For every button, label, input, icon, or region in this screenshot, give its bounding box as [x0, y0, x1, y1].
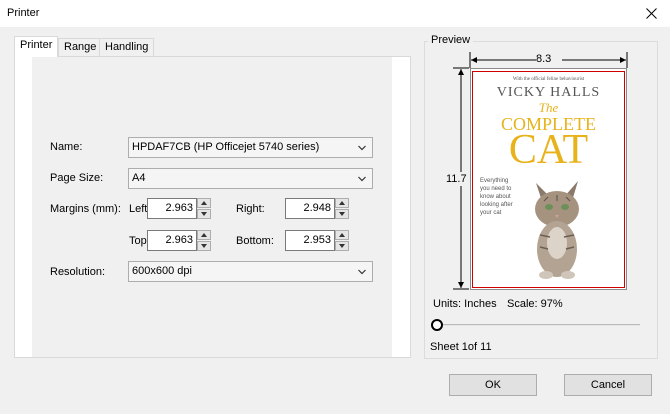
arrow-down-icon	[201, 212, 207, 216]
tab-range[interactable]: Range	[58, 38, 103, 56]
chevron-down-icon	[358, 145, 366, 151]
resolution-select[interactable]: 600x600 dpi	[128, 261, 373, 282]
width-value: 8.3	[536, 53, 552, 65]
arrow-up-icon	[339, 233, 345, 237]
margins-label: Margins (mm):	[50, 203, 121, 215]
bottom-margin-down-button[interactable]	[335, 241, 349, 251]
right-margin-spinner[interactable]: 2.948	[285, 198, 349, 219]
right-margin-label: Right:	[236, 203, 265, 215]
units-text: Units: Inches	[433, 298, 497, 310]
height-value: 11.7	[446, 173, 467, 185]
tab-handling[interactable]: Handling	[99, 38, 155, 56]
left-margin-input[interactable]: 2.963	[147, 198, 197, 219]
ok-button-label: OK	[485, 379, 501, 391]
left-margin-down-button[interactable]	[197, 209, 211, 219]
tab-printer[interactable]: Printer	[14, 36, 59, 57]
top-margin-input[interactable]: 2.963	[147, 230, 197, 251]
close-button[interactable]	[642, 4, 660, 22]
arrow-up-icon	[339, 201, 345, 205]
right-margin-down-button[interactable]	[335, 209, 349, 219]
page-size-value: A4	[132, 172, 146, 184]
sheet-slider-track[interactable]	[437, 324, 640, 326]
sheet-text: Sheet 1of 11	[430, 341, 492, 353]
close-icon	[645, 7, 657, 19]
chevron-down-icon	[358, 269, 366, 275]
title-bar: Printer	[0, 0, 670, 27]
arrow-down-icon	[339, 212, 345, 216]
bottom-margin-spinner[interactable]: 2.953	[285, 230, 349, 251]
arrow-up-icon	[201, 233, 207, 237]
tab-handling-label: Handling	[105, 41, 149, 53]
bottom-margin-label: Bottom:	[236, 235, 274, 247]
resolution-label: Resolution:	[50, 266, 106, 278]
printable-area-outline	[472, 71, 625, 288]
resolution-value: 600x600 dpi	[132, 265, 192, 277]
sheet-slider-thumb[interactable]	[431, 319, 443, 331]
ok-button[interactable]: OK	[449, 374, 537, 396]
cancel-button[interactable]: Cancel	[564, 374, 652, 396]
bottom-margin-up-button[interactable]	[335, 230, 349, 240]
chevron-down-icon	[358, 176, 366, 182]
top-margin-down-button[interactable]	[197, 241, 211, 251]
scale-text: Scale: 97%	[507, 298, 563, 310]
arrow-down-icon	[201, 244, 207, 248]
printer-name-value: HPDAF7CB (HP Officejet 5740 series)	[132, 141, 320, 153]
name-label: Name:	[50, 141, 83, 153]
right-margin-up-button[interactable]	[335, 198, 349, 208]
top-margin-spinner[interactable]: 2.963	[147, 230, 211, 251]
preview-label: Preview	[428, 34, 474, 46]
arrow-down-icon	[339, 244, 345, 248]
tab-printer-label: Printer	[20, 39, 53, 51]
tab-range-label: Range	[64, 41, 97, 53]
right-margin-input[interactable]: 2.948	[285, 198, 335, 219]
window-title: Printer	[7, 7, 40, 19]
left-margin-spinner[interactable]: 2.963	[147, 198, 211, 219]
arrow-up-icon	[201, 201, 207, 205]
printer-name-select[interactable]: HPDAF7CB (HP Officejet 5740 series)	[128, 137, 373, 158]
bottom-margin-input[interactable]: 2.953	[285, 230, 335, 251]
cancel-button-label: Cancel	[590, 379, 626, 391]
page-size-select[interactable]: A4	[128, 168, 373, 189]
left-margin-up-button[interactable]	[197, 198, 211, 208]
page-size-label: Page Size:	[50, 172, 104, 184]
top-margin-up-button[interactable]	[197, 230, 211, 240]
